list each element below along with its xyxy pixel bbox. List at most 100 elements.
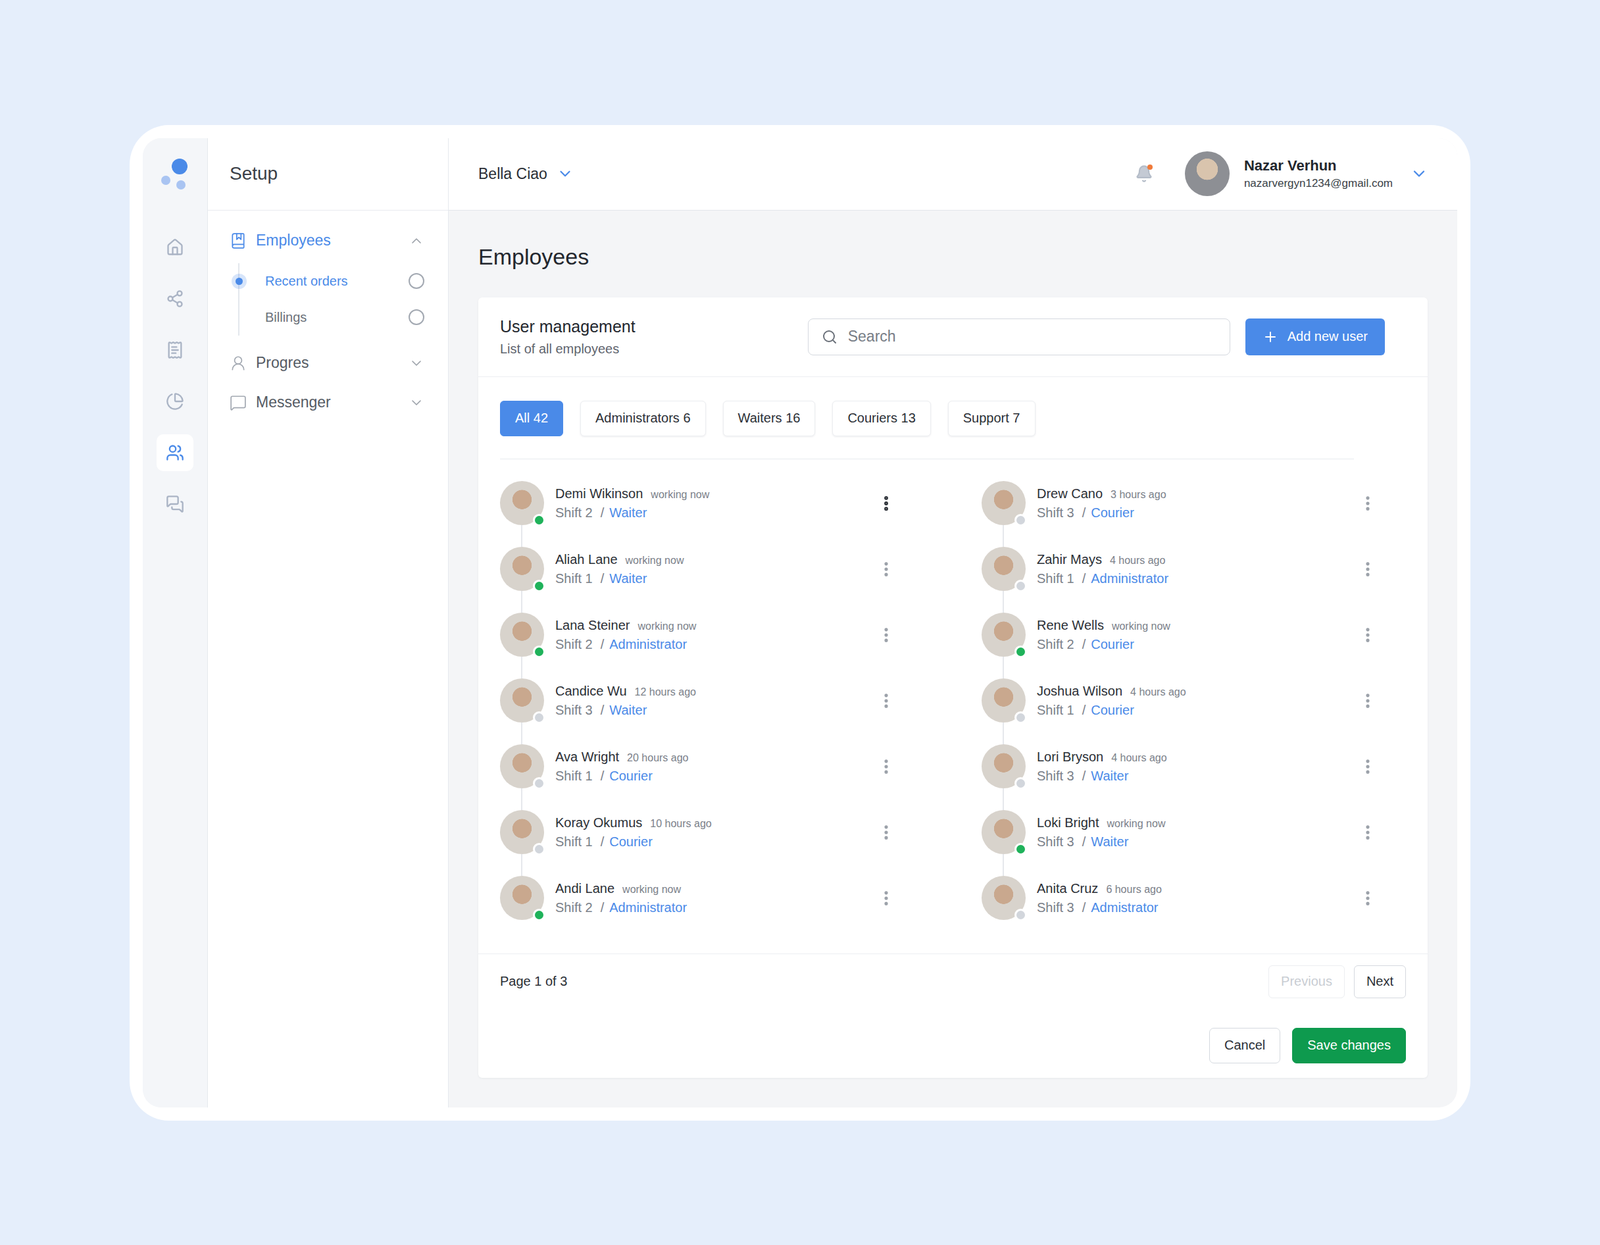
row-menu-button[interactable] bbox=[874, 753, 899, 780]
avatar-wrap bbox=[981, 678, 1026, 723]
cancel-button[interactable]: Cancel bbox=[1209, 1027, 1281, 1064]
row-menu-button[interactable] bbox=[874, 621, 899, 649]
row-menu-button[interactable] bbox=[874, 490, 899, 517]
user-menu-button[interactable] bbox=[1407, 161, 1431, 186]
workspace-select[interactable]: Bella Ciao bbox=[478, 165, 574, 183]
avatar-wrap bbox=[981, 875, 1026, 920]
menu-group[interactable]: Employees bbox=[207, 221, 449, 261]
menu-group[interactable]: Progres bbox=[207, 343, 449, 383]
employee-role[interactable]: Waiter bbox=[1090, 834, 1129, 850]
row-menu-button[interactable] bbox=[1355, 819, 1380, 846]
employee-role[interactable]: Admistrator bbox=[1090, 900, 1158, 916]
radio[interactable] bbox=[408, 309, 425, 325]
employee-role[interactable]: Courier bbox=[1090, 636, 1135, 652]
employee-row[interactable]: Demi Wikinsonworking nowShift 2/Waiter bbox=[500, 470, 899, 537]
last-active: 6 hours ago bbox=[1105, 883, 1162, 896]
employee-role[interactable]: Waiter bbox=[609, 702, 647, 718]
add-user-button[interactable]: Add new user bbox=[1245, 318, 1385, 356]
employee-shift: Shift 1 bbox=[555, 834, 593, 850]
avatar-wrap bbox=[500, 809, 545, 854]
name-line: Anita Cruz6 hours ago bbox=[1036, 880, 1345, 897]
employee-row[interactable]: Lana Steinerworking nowShift 2/Administr… bbox=[500, 601, 899, 668]
employee-role[interactable]: Waiter bbox=[609, 505, 647, 521]
employee-role[interactable]: Courier bbox=[1090, 702, 1135, 718]
role-line: Shift 2/Courier bbox=[1036, 636, 1345, 652]
row-menu-button[interactable] bbox=[1355, 490, 1380, 517]
employee-role[interactable]: Administrator bbox=[609, 900, 687, 916]
row-menu-button[interactable] bbox=[1355, 884, 1380, 912]
employee-role[interactable]: Administrator bbox=[609, 636, 687, 652]
employee-row[interactable]: Anita Cruz6 hours agoShift 3/Admistrator bbox=[981, 865, 1380, 931]
search-field[interactable] bbox=[807, 318, 1231, 356]
row-menu-button[interactable] bbox=[1355, 753, 1380, 780]
row-menu-button[interactable] bbox=[874, 555, 899, 583]
submenu-item[interactable]: Billings bbox=[207, 299, 449, 336]
previous-button[interactable]: Previous bbox=[1268, 965, 1345, 999]
rail-item[interactable] bbox=[156, 485, 194, 523]
employee-role[interactable]: Waiter bbox=[1090, 768, 1129, 784]
role-line: Shift 2/Administrator bbox=[555, 900, 864, 916]
menu-group[interactable]: Messenger bbox=[207, 382, 449, 423]
separator: / bbox=[600, 834, 605, 850]
last-active: 4 hours ago bbox=[1111, 751, 1168, 764]
employee-row[interactable]: Aliah Laneworking nowShift 1/Waiter bbox=[500, 536, 899, 602]
employee-row[interactable]: Rene Wellsworking nowShift 2/Courier bbox=[981, 601, 1380, 668]
row-menu-button[interactable] bbox=[874, 819, 899, 846]
rail-item[interactable] bbox=[156, 228, 194, 266]
separator: / bbox=[600, 702, 605, 718]
filter-tab[interactable]: Support 7 bbox=[948, 400, 1036, 437]
avatar-wrap bbox=[500, 875, 545, 920]
employee-role[interactable]: Courier bbox=[1090, 505, 1135, 521]
menu-group-label: Messenger bbox=[255, 393, 400, 412]
employee-role[interactable]: Waiter bbox=[609, 571, 647, 587]
employee-name: Demi Wikinson bbox=[555, 486, 643, 502]
rail-item[interactable] bbox=[156, 434, 194, 472]
role-line: Shift 3/Waiter bbox=[555, 702, 864, 718]
row-menu-button[interactable] bbox=[1355, 621, 1380, 649]
form-actions: Cancel Save changes bbox=[478, 998, 1428, 1078]
more-icon bbox=[1358, 823, 1377, 842]
last-active: working now bbox=[622, 883, 681, 896]
employee-row[interactable]: Koray Okumus10 hours agoShift 1/Courier bbox=[500, 799, 899, 866]
employee-row[interactable]: Andi Laneworking nowShift 2/Administrato… bbox=[500, 865, 899, 931]
submenu-item[interactable]: Recent orders bbox=[207, 263, 449, 300]
filter-tabs: All 42 Administrators 6 Waiters 16 Couriers… bbox=[478, 376, 1428, 459]
filter-tab[interactable]: Couriers 13 bbox=[832, 400, 931, 437]
status-dot bbox=[532, 711, 546, 724]
notifications-button[interactable] bbox=[1130, 160, 1158, 187]
search-input[interactable] bbox=[846, 326, 1217, 347]
filter-tab[interactable]: Administrators 6 bbox=[580, 400, 706, 437]
icon-rail bbox=[142, 138, 208, 1108]
employee-role[interactable]: Courier bbox=[609, 768, 653, 784]
user-info: Nazar Verhunnazarvergyn1234@gmail.com bbox=[1244, 157, 1393, 191]
employee-row[interactable]: Loki Brightworking nowShift 3/Waiter bbox=[981, 799, 1380, 866]
rail-item[interactable] bbox=[156, 280, 194, 318]
employee-row[interactable]: Drew Cano3 hours agoShift 3/Courier bbox=[981, 470, 1380, 537]
row-menu-button[interactable] bbox=[874, 884, 899, 912]
rail-item[interactable] bbox=[156, 382, 194, 420]
row-menu-button[interactable] bbox=[1355, 555, 1380, 583]
row-menu-button[interactable] bbox=[1355, 687, 1380, 714]
next-button[interactable]: Next bbox=[1353, 965, 1406, 999]
employee-row[interactable]: Lori Bryson4 hours agoShift 3/Waiter bbox=[981, 733, 1380, 800]
filter-tab[interactable]: All 42 bbox=[500, 400, 564, 437]
setup-menu: EmployeesRecent ordersBillings Progres Mes… bbox=[207, 210, 449, 433]
filter-tab[interactable]: Waiters 16 bbox=[723, 400, 816, 437]
card-header: User managementList of all employeesAdd … bbox=[478, 297, 1428, 377]
save-button[interactable]: Save changes bbox=[1292, 1027, 1406, 1064]
user-avatar[interactable] bbox=[1184, 151, 1230, 197]
employee-role[interactable]: Courier bbox=[609, 834, 653, 850]
employee-row[interactable]: Candice Wu12 hours agoShift 3/Waiter bbox=[500, 667, 899, 734]
employee-role[interactable]: Administrator bbox=[1090, 571, 1169, 587]
separator: / bbox=[1082, 636, 1087, 652]
rail-item[interactable] bbox=[156, 331, 194, 369]
radio[interactable] bbox=[408, 273, 425, 289]
employee-row[interactable]: Ava Wright20 hours agoShift 1/Courier bbox=[500, 733, 899, 800]
status-dot bbox=[1014, 776, 1027, 790]
employee-name: Aliah Lane bbox=[555, 551, 618, 568]
more-icon bbox=[1358, 494, 1377, 513]
employee-info: Joshua Wilson4 hours agoShift 1/Courier bbox=[1036, 683, 1345, 718]
row-menu-button[interactable] bbox=[874, 687, 899, 714]
employee-row[interactable]: Zahir Mays4 hours agoShift 1/Administrat… bbox=[981, 536, 1380, 602]
employee-row[interactable]: Joshua Wilson4 hours agoShift 1/Courier bbox=[981, 667, 1380, 734]
